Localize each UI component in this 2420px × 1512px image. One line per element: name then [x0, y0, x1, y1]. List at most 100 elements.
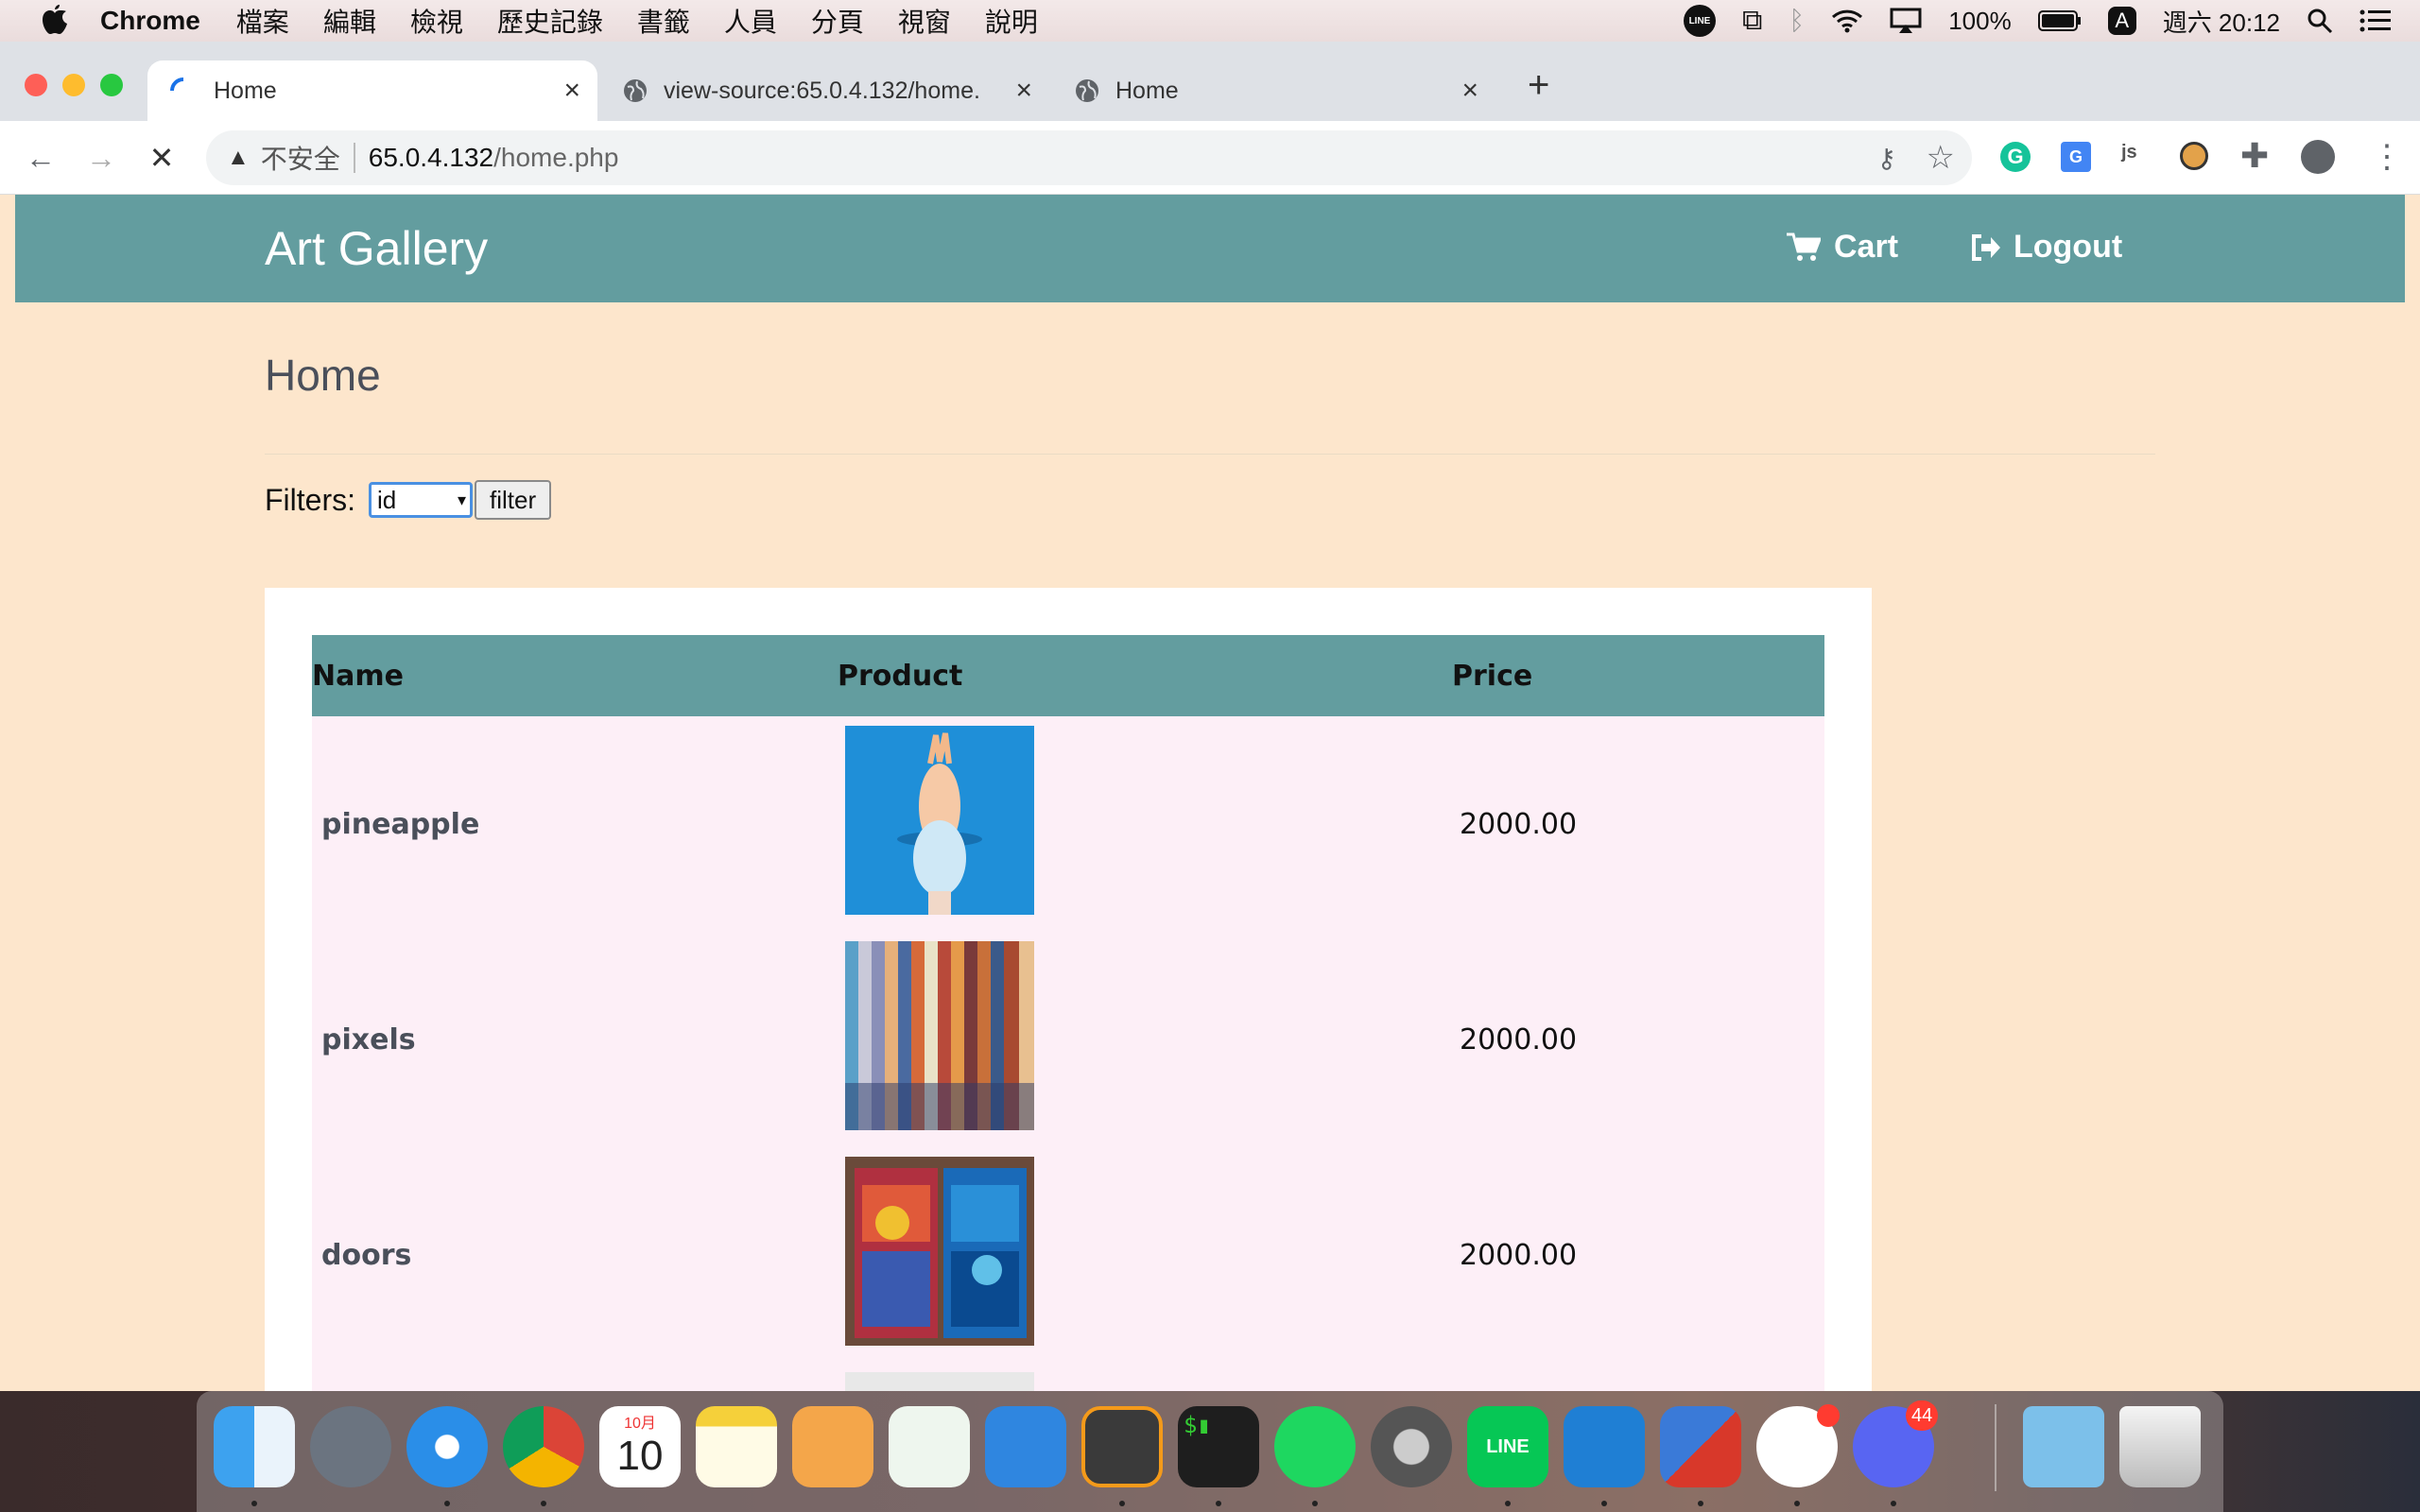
product-price: 2000.00 [1452, 716, 1824, 932]
menu-edit[interactable]: 編輯 [323, 2, 376, 40]
bluetooth-icon[interactable]: ᛒ [1789, 6, 1805, 36]
vscode-icon[interactable] [1564, 1406, 1645, 1487]
close-tab-icon[interactable]: × [1461, 75, 1478, 107]
launchpad-icon[interactable] [310, 1406, 391, 1487]
pineapple-image[interactable] [845, 726, 1034, 915]
forward-icon[interactable]: → [85, 142, 117, 174]
line-status-icon[interactable]: LINE [1683, 5, 1716, 37]
address-bar[interactable]: ▲ 不安全 65.0.4.132 /home.php ⚷ ☆ [206, 130, 1972, 185]
logout-link[interactable]: Logout [1970, 229, 2122, 266]
cart-link[interactable]: Cart [1787, 229, 1898, 266]
url-host[interactable]: 65.0.4.132 [369, 143, 493, 173]
chrome-icon[interactable] [503, 1406, 584, 1487]
downloads-folder-icon[interactable] [2023, 1406, 2104, 1487]
calendar-month: 10月 [624, 1416, 656, 1432]
screen-share-icon[interactable]: ⧉ [1742, 5, 1762, 37]
menu-view[interactable]: 檢視 [410, 2, 463, 40]
numbers-icon[interactable] [889, 1406, 970, 1487]
menu-tab[interactable]: 分頁 [811, 2, 864, 40]
running-indicator [1505, 1501, 1511, 1506]
header-name[interactable]: Name [312, 635, 838, 716]
finder-icon[interactable] [214, 1406, 295, 1487]
apple-icon[interactable] [40, 5, 68, 37]
keynote-icon[interactable] [985, 1406, 1066, 1487]
chevron-down-icon: ▾ [457, 490, 466, 509]
product-image-cell [838, 1147, 1452, 1363]
battery-icon[interactable] [2037, 10, 2082, 31]
password-key-icon[interactable]: ⚷ [1876, 143, 1896, 174]
tab-view-source[interactable]: view-source:65.0.4.132/home. × [605, 60, 1049, 121]
table-row: pixels 2000.00 [312, 932, 1824, 1147]
control-center-list-icon[interactable] [2360, 9, 2392, 33]
zoom-window-button[interactable] [100, 74, 123, 96]
security-label[interactable]: 不安全 [261, 139, 340, 177]
web-page: Art Gallery Cart Logout Home Filters: id… [0, 195, 2420, 1391]
tab-home-active[interactable]: Home × [147, 60, 597, 121]
google-translate-extension-icon[interactable]: G [2061, 142, 2091, 172]
close-tab-icon[interactable]: × [1015, 75, 1032, 107]
spotify-icon[interactable] [1274, 1406, 1356, 1487]
minimize-window-button[interactable] [62, 74, 85, 96]
trash-icon[interactable] [2119, 1406, 2201, 1487]
terminal-icon[interactable]: $▮ [1178, 1406, 1259, 1487]
new-tab-button[interactable]: + [1528, 64, 1549, 107]
cart-icon [1787, 232, 1821, 261]
calendar-day: 10 [616, 1433, 664, 1479]
line-app-icon[interactable]: LINE [1467, 1406, 1548, 1487]
url-path[interactable]: /home.php [493, 143, 618, 173]
pixels-image[interactable] [845, 941, 1034, 1130]
vmware-icon[interactable] [1660, 1406, 1741, 1487]
menu-window[interactable]: 視窗 [898, 2, 951, 40]
stop-loading-icon[interactable]: ✕ [146, 142, 178, 174]
browser-toolbar: ← → ✕ ▲ 不安全 65.0.4.132 /home.php ⚷ ☆ G G… [0, 121, 2420, 195]
doors-image[interactable] [845, 1157, 1034, 1346]
menu-bookmarks[interactable]: 書籤 [637, 2, 690, 40]
notes-icon[interactable] [696, 1406, 777, 1487]
globe-icon [624, 79, 647, 102]
filter-select-value: id [377, 485, 397, 514]
close-window-button[interactable] [25, 74, 47, 96]
input-method-icon[interactable]: A [2107, 7, 2136, 35]
running-indicator [444, 1501, 450, 1506]
tab-title: Home [214, 77, 277, 104]
bookmark-star-icon[interactable]: ☆ [1927, 139, 1955, 177]
menu-file[interactable]: 檔案 [236, 2, 289, 40]
profile-avatar-icon[interactable] [2301, 140, 2335, 174]
extensions-puzzle-icon[interactable]: ✚ [2240, 136, 2269, 176]
filters-bar: Filters: id ▾ filter [265, 480, 552, 520]
header-price[interactable]: Price [1452, 635, 1824, 716]
site-brand[interactable]: Art Gallery [265, 221, 488, 276]
chrome-menu-icon[interactable]: ⋮ [2371, 138, 2403, 176]
header-product[interactable]: Product [838, 635, 1452, 716]
blocker-extension-icon[interactable] [2180, 142, 2208, 170]
calendar-icon[interactable]: 10月 10 [599, 1406, 681, 1487]
warning-icon[interactable]: ▲ [227, 145, 250, 171]
menu-people[interactable]: 人員 [724, 2, 777, 40]
safari-icon[interactable] [406, 1406, 488, 1487]
system-preferences-icon[interactable] [1371, 1406, 1452, 1487]
menu-history[interactable]: 歷史記錄 [497, 2, 603, 40]
tab-home-2[interactable]: Home × [1061, 60, 1495, 121]
menubar-clock[interactable]: 週六 20:12 [2163, 4, 2280, 39]
wifi-icon[interactable] [1831, 9, 1863, 33]
back-icon[interactable]: ← [25, 142, 57, 174]
sublime-text-icon[interactable] [1081, 1406, 1163, 1487]
airplay-icon[interactable] [1890, 8, 1922, 34]
site-navbar: Art Gallery Cart Logout [15, 195, 2405, 302]
product-price-partial [1452, 1363, 1824, 1391]
filter-button[interactable]: filter [475, 480, 552, 520]
product-price: 2000.00 [1452, 1147, 1824, 1363]
macos-menu-bar: Chrome 檔案 編輯 檢視 歷史記錄 書籤 人員 分頁 視窗 說明 LINE… [0, 0, 2420, 42]
close-tab-icon[interactable]: × [563, 75, 580, 107]
pages-icon[interactable] [792, 1406, 873, 1487]
grammarly-extension-icon[interactable]: G [2000, 142, 2031, 172]
menu-help[interactable]: 說明 [985, 2, 1038, 40]
spotlight-search-icon[interactable] [2307, 8, 2333, 34]
table-header-row: Name Product Price [312, 635, 1824, 716]
app-menu-chrome[interactable]: Chrome [100, 6, 200, 36]
filter-select[interactable]: id ▾ [369, 482, 473, 518]
flower-image[interactable] [845, 1372, 1034, 1391]
js-extension-icon[interactable]: js [2121, 142, 2153, 172]
tab-strip: Home × view-source:65.0.4.132/home. × Ho… [0, 42, 2420, 121]
logout-label: Logout [2014, 229, 2123, 265]
